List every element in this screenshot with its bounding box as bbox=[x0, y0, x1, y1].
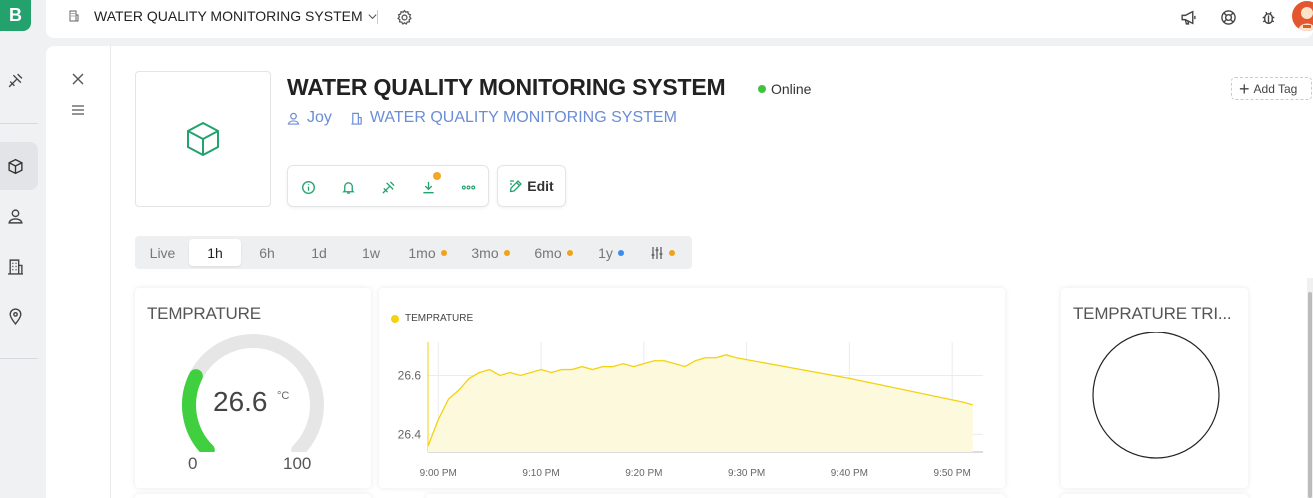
tools-icon[interactable] bbox=[0, 65, 30, 95]
device-title: WATER QUALITY MONITORING SYSTEM bbox=[287, 74, 726, 100]
users-icon[interactable] bbox=[0, 201, 30, 231]
org-name: WATER QUALITY MONITORING SYSTEM bbox=[94, 8, 363, 24]
widget-peek bbox=[135, 494, 371, 498]
more-icon[interactable] bbox=[458, 177, 478, 197]
panel-separator bbox=[110, 46, 111, 498]
close-icon[interactable] bbox=[68, 69, 88, 89]
bell-icon[interactable] bbox=[338, 177, 358, 197]
widget-peek bbox=[426, 494, 1005, 498]
premium-dot bbox=[566, 249, 573, 256]
megaphone-icon[interactable] bbox=[1177, 6, 1199, 28]
bug-icon[interactable] bbox=[1257, 6, 1279, 28]
plus-icon: + bbox=[1239, 78, 1250, 99]
topbar-separator bbox=[377, 10, 378, 24]
top-bar: WATER QUALITY MONITORING SYSTEM bbox=[46, 0, 1313, 38]
premium-dot bbox=[617, 249, 624, 256]
range-1h[interactable]: 1h bbox=[189, 239, 241, 266]
org-selector[interactable]: WATER QUALITY MONITORING SYSTEM bbox=[68, 8, 378, 24]
chart-widget[interactable]: TEMPRATURE 26.4 26.6 9:00 PM 9:10 PM 9:20 PM… bbox=[379, 288, 1005, 488]
x-tick-label: 9:00 PM bbox=[420, 468, 457, 479]
premium-dot bbox=[503, 249, 510, 256]
gauge-min: 0 bbox=[188, 454, 198, 473]
download-icon[interactable] bbox=[418, 177, 438, 197]
status-label: Online bbox=[771, 81, 812, 97]
range-6mo[interactable]: 6mo bbox=[526, 239, 581, 266]
rail-divider bbox=[0, 123, 38, 124]
user-icon bbox=[287, 112, 300, 125]
device-panel: WATER QUALITY MONITORING SYSTEM Online J… bbox=[46, 46, 1313, 498]
status-dot bbox=[758, 85, 766, 93]
y-tick-label: 26.6 bbox=[398, 368, 422, 382]
range-1mo[interactable]: 1mo bbox=[400, 239, 455, 266]
avatar[interactable] bbox=[1292, 1, 1313, 31]
device-actions bbox=[287, 165, 489, 207]
menu-icon[interactable] bbox=[68, 100, 88, 120]
trend-widget[interactable]: TEMPRATURE TRI... bbox=[1061, 288, 1248, 488]
rail-divider bbox=[0, 358, 38, 359]
series-area bbox=[428, 354, 973, 452]
time-range-selector: Live 1h 6h 1d 1w 1mo 3mo 6mo 1y bbox=[135, 236, 692, 269]
widget-peek bbox=[1061, 494, 1248, 498]
x-tick-label: 9:30 PM bbox=[728, 468, 765, 479]
box-icon[interactable] bbox=[0, 151, 30, 181]
scrollbar-thumb[interactable] bbox=[1308, 292, 1312, 498]
range-1w[interactable]: 1w bbox=[347, 239, 395, 266]
gauge-max: 100 bbox=[283, 454, 312, 473]
building-icon bbox=[351, 112, 362, 125]
owner-link[interactable]: Joy bbox=[307, 109, 332, 127]
box-icon bbox=[187, 121, 219, 157]
premium-dot bbox=[440, 249, 447, 256]
x-tick-label: 9:10 PM bbox=[522, 468, 559, 479]
gauge-widget[interactable]: TEMPRATURE 26.6 °C 0 100 bbox=[135, 288, 371, 488]
gauge-value: 26.6 bbox=[213, 386, 268, 417]
x-tick-label: 9:40 PM bbox=[831, 468, 868, 479]
tools-icon[interactable] bbox=[378, 177, 398, 197]
device-thumbnail bbox=[135, 71, 271, 207]
range-live[interactable]: Live bbox=[140, 239, 185, 266]
trend-title: TEMPRATURE TRI... bbox=[1073, 304, 1232, 323]
building-icon bbox=[69, 10, 79, 22]
premium-dot bbox=[668, 249, 675, 256]
gauge-title: TEMPRATURE bbox=[147, 304, 261, 323]
organization-link[interactable]: WATER QUALITY MONITORING SYSTEM bbox=[370, 109, 677, 127]
edit-button[interactable]: Edit bbox=[497, 165, 566, 207]
location-icon[interactable] bbox=[0, 301, 30, 331]
sliders-icon bbox=[651, 246, 662, 259]
notification-badge bbox=[433, 172, 441, 180]
device-meta: Joy WATER QUALITY MONITORING SYSTEM bbox=[287, 109, 677, 127]
add-tag-label: Add Tag bbox=[1253, 81, 1298, 96]
gear-icon[interactable] bbox=[393, 6, 415, 28]
custom-range-button[interactable] bbox=[641, 239, 683, 266]
edit-label: Edit bbox=[527, 178, 554, 194]
x-tick-label: 9:20 PM bbox=[625, 468, 662, 479]
add-tag-button[interactable]: + Add Tag bbox=[1231, 77, 1312, 100]
x-tick-label: 9:50 PM bbox=[934, 468, 971, 479]
device-status: Online bbox=[758, 81, 811, 97]
temperature-chart: 26.4 26.6 9:00 PM 9:10 PM 9:20 PM 9:30 PM 9:40… bbox=[398, 342, 983, 479]
y-tick-label: 26.4 bbox=[398, 427, 422, 441]
left-rail: B bbox=[0, 0, 46, 498]
edit-icon bbox=[509, 180, 523, 193]
building-icon[interactable] bbox=[0, 251, 30, 281]
help-lifebuoy-icon[interactable] bbox=[1217, 6, 1239, 28]
gauge-unit: °C bbox=[277, 390, 290, 402]
chevron-down-icon bbox=[368, 13, 377, 19]
app-logo[interactable]: B bbox=[0, 0, 31, 31]
trend-circle bbox=[1092, 332, 1220, 459]
range-6h[interactable]: 6h bbox=[243, 239, 291, 266]
range-3mo[interactable]: 3mo bbox=[463, 239, 518, 266]
info-icon[interactable] bbox=[298, 177, 318, 197]
range-1y[interactable]: 1y bbox=[590, 239, 632, 266]
range-1d[interactable]: 1d bbox=[295, 239, 343, 266]
